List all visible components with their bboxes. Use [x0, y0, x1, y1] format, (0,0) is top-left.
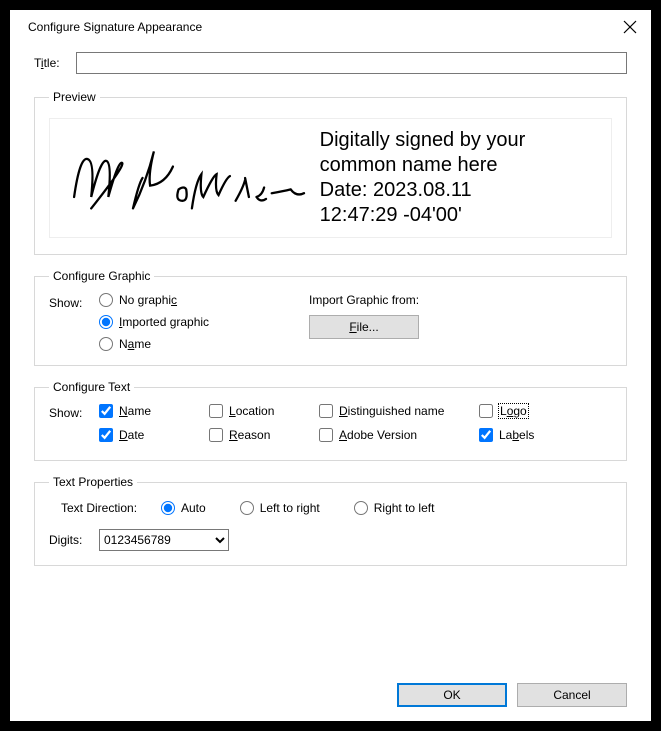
ct-show-label: Show:: [49, 404, 99, 442]
close-icon: [623, 20, 637, 34]
check-distinguished-name[interactable]: Distinguished name: [319, 404, 479, 418]
check-location[interactable]: Location: [209, 404, 319, 418]
radio-no-graphic[interactable]: No graphic: [99, 293, 209, 307]
configure-graphic-group: Configure Graphic Show: No graphic Impor…: [34, 269, 627, 366]
signature-handwriting-icon: [65, 140, 315, 216]
configure-graphic-legend: Configure Graphic: [49, 269, 154, 283]
digits-select[interactable]: 0123456789: [99, 529, 229, 551]
check-date-input[interactable]: [99, 428, 113, 442]
close-button[interactable]: [623, 20, 637, 34]
text-properties-legend: Text Properties: [49, 475, 137, 489]
check-reason[interactable]: Reason: [209, 428, 319, 442]
file-button[interactable]: File...: [309, 315, 419, 339]
title-input[interactable]: [76, 52, 627, 74]
radio-ltr-input[interactable]: [240, 501, 254, 515]
check-labels[interactable]: Labels: [479, 428, 569, 442]
radio-imported-graphic-input[interactable]: [99, 315, 113, 329]
radio-direction-rtl[interactable]: Right to left: [354, 501, 435, 515]
titlebar: Configure Signature Appearance: [10, 10, 651, 42]
configure-text-group: Configure Text Show: Name Location Disti…: [34, 380, 627, 461]
signature-text: Digitally signed by your common name her…: [320, 128, 601, 228]
check-adobe-input[interactable]: [319, 428, 333, 442]
radio-no-graphic-input[interactable]: [99, 293, 113, 307]
title-row: Title:: [34, 52, 627, 74]
signature-graphic: [60, 140, 320, 216]
text-properties-group: Text Properties Text Direction: Auto Lef…: [34, 475, 627, 566]
radio-rtl-input[interactable]: [354, 501, 368, 515]
ok-button[interactable]: OK: [397, 683, 507, 707]
title-label: Title:: [34, 56, 76, 70]
dialog-title: Configure Signature Appearance: [28, 20, 202, 34]
check-logo-input[interactable]: [479, 404, 493, 418]
check-name-input[interactable]: [99, 404, 113, 418]
preview-line4: 12:47:29 -04'00': [320, 203, 601, 228]
check-logo[interactable]: Logo: [479, 404, 569, 418]
check-labels-input[interactable]: [479, 428, 493, 442]
preview-box: Digitally signed by your common name her…: [49, 118, 612, 238]
dialog-configure-signature: Configure Signature Appearance Title: Pr…: [10, 10, 651, 721]
preview-legend: Preview: [49, 90, 100, 104]
check-name[interactable]: Name: [99, 404, 209, 418]
radio-name-graphic[interactable]: Name: [99, 337, 209, 351]
configure-text-legend: Configure Text: [49, 380, 134, 394]
cancel-button[interactable]: Cancel: [517, 683, 627, 707]
preview-line1: Digitally signed by your: [320, 128, 601, 153]
preview-line3: Date: 2023.08.11: [320, 178, 601, 203]
text-direction-label: Text Direction:: [61, 501, 161, 515]
digits-label: Digits:: [49, 533, 99, 547]
radio-direction-auto[interactable]: Auto: [161, 501, 206, 515]
cg-show-label: Show:: [49, 293, 99, 351]
preview-group: Preview Digitally signed by your common …: [34, 90, 627, 255]
radio-imported-graphic[interactable]: Imported graphic: [99, 315, 209, 329]
import-graphic-label: Import Graphic from:: [309, 293, 612, 307]
radio-auto-input[interactable]: [161, 501, 175, 515]
check-date[interactable]: Date: [99, 428, 209, 442]
radio-direction-ltr[interactable]: Left to right: [240, 501, 320, 515]
check-dname-input[interactable]: [319, 404, 333, 418]
preview-line2: common name here: [320, 153, 601, 178]
check-reason-input[interactable]: [209, 428, 223, 442]
radio-name-graphic-input[interactable]: [99, 337, 113, 351]
check-location-input[interactable]: [209, 404, 223, 418]
dialog-footer: OK Cancel: [397, 683, 627, 707]
check-adobe-version[interactable]: Adobe Version: [319, 428, 479, 442]
